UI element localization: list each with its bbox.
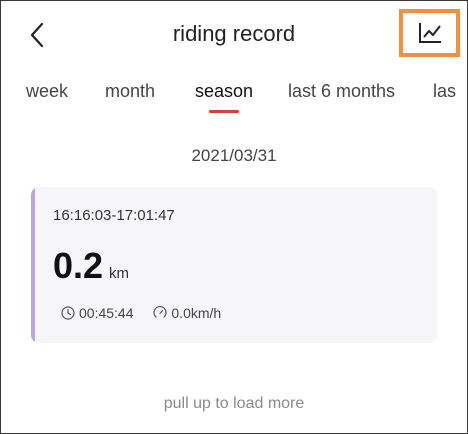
tab-week[interactable]: week — [26, 81, 68, 102]
clock-icon — [61, 306, 75, 320]
tab-month[interactable]: month — [105, 81, 155, 102]
ride-record-card[interactable]: 16:16:03-17:01:47 0.2 km 00:45:44 0.0km/h — [31, 187, 437, 343]
speed-value: 0.0km/h — [171, 305, 222, 321]
card-accent-bar — [31, 187, 35, 343]
tab-last-year[interactable]: las — [433, 81, 456, 102]
load-more-hint: pull up to load more — [163, 395, 305, 412]
duration-value: 00:45:44 — [79, 305, 134, 321]
chart-view-button[interactable] — [399, 9, 460, 57]
page-title: riding record — [172, 21, 296, 46]
tab-season[interactable]: season — [195, 81, 253, 102]
header: riding record — [1, 1, 467, 71]
speed-stat: 0.0km/h — [153, 305, 221, 321]
active-tab-indicator — [209, 110, 239, 113]
ride-stats: 00:45:44 0.0km/h — [61, 305, 237, 323]
tab-last-6-months[interactable]: last 6 months — [288, 81, 395, 102]
record-date: 2021/03/31 — [191, 146, 277, 165]
duration-stat: 00:45:44 — [61, 305, 134, 321]
app-screen: riding record week month season last 6 m… — [0, 0, 468, 434]
distance-unit: km — [109, 265, 130, 282]
line-chart-icon — [418, 23, 441, 43]
ride-time-range: 16:16:03-17:01:47 — [53, 207, 175, 224]
distance-value: 0.2 — [53, 245, 104, 286]
ride-distance: 0.2 km — [53, 245, 129, 287]
speedometer-icon — [153, 306, 167, 318]
